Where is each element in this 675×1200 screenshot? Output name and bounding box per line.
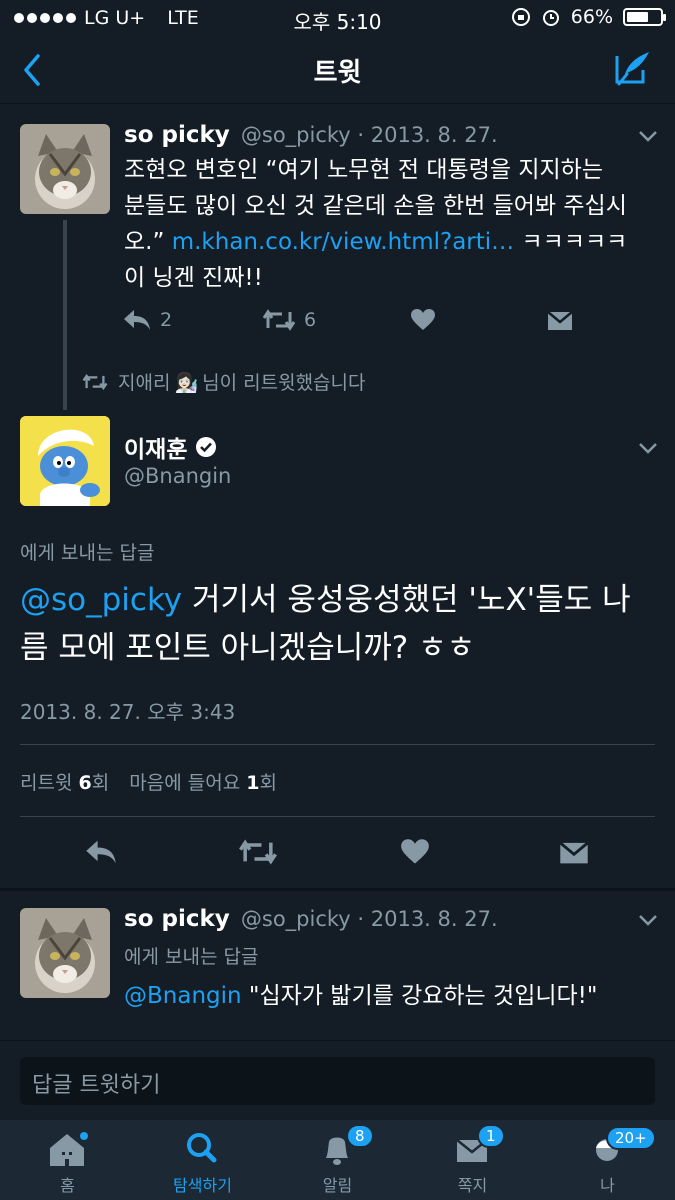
retweet-button[interactable]: 6 [262, 308, 316, 332]
reply-button[interactable]: 2 [122, 308, 172, 332]
reply-icon [124, 310, 150, 330]
divider [20, 744, 655, 745]
tab-label: 알림 [322, 1176, 353, 1195]
chevron-down-icon[interactable] [638, 130, 658, 142]
tab-label: 탐색하기 [173, 1176, 232, 1195]
message-badge: 1 [477, 1124, 505, 1148]
avatar[interactable] [20, 908, 110, 998]
tab-label: 쪽지 [457, 1176, 488, 1195]
verified-badge-icon [196, 437, 217, 457]
reply-bar: 답글 트윗하기 [0, 1040, 675, 1120]
like-stat[interactable]: 마음에 들어요 1회 [129, 772, 277, 794]
tab-notifications[interactable]: 8 알림 [270, 1120, 405, 1200]
notification-badge: 8 [346, 1124, 374, 1148]
retweet-icon [82, 373, 108, 390]
retweet-icon [262, 309, 296, 331]
retweet-icon[interactable] [238, 838, 278, 866]
author-name[interactable]: so picky [124, 122, 230, 148]
cat-avatar-image [20, 124, 110, 214]
tab-me[interactable]: 20+ 나 [540, 1120, 675, 1200]
heart-icon[interactable] [410, 308, 436, 332]
nav-bar: 트윗 [0, 36, 675, 104]
tab-label: 나 [600, 1176, 615, 1195]
home-icon [50, 1132, 88, 1166]
main-tweet-text: @so_picky 거기서 웅성웅성했던 '노X'들도 나 름 모에 포인트 아… [20, 576, 660, 672]
cat-avatar-image [20, 908, 110, 998]
author-meta: @so_picky · 2013. 8. 27. [240, 123, 498, 147]
reply-count: 2 [160, 309, 173, 331]
avatar[interactable] [20, 124, 110, 214]
mention-link[interactable]: @so_picky [20, 582, 182, 618]
tweet-text-line: 이 닝겐 진짜!! [124, 265, 263, 291]
reply-input[interactable]: 답글 트윗하기 [20, 1057, 655, 1105]
alarm-icon [542, 10, 559, 26]
author-handle: @Bnangin [124, 464, 232, 488]
orientation-lock-icon [511, 8, 530, 26]
divider [20, 816, 655, 817]
main-author-row: 이재훈 [124, 430, 217, 464]
avatar[interactable] [20, 416, 110, 506]
reply-to-label: 에게 보내는 답글 [20, 542, 155, 564]
tweet-text: 조현오 변호인 “여기 노무현 전 대통령을 지지하는 분들도 많이 오신 것 … [124, 152, 654, 296]
mention-link[interactable]: @Bnangin [124, 983, 242, 1009]
retweet-notice: 지애리 👩🏻‍🔬 님이 리트윗했습니다 [82, 368, 366, 395]
retweeter-emoji: 👩🏻‍🔬 [174, 372, 199, 394]
compose-tweet-icon[interactable] [613, 48, 653, 88]
text-fragment: "십자가 밟기를 강요하는 것입니다!" [241, 983, 598, 1009]
main-text-line: @so_picky 거기서 웅성웅성했던 '노X'들도 나 [20, 576, 660, 624]
retweet-stat[interactable]: 리트윗 6회 [20, 772, 109, 794]
tab-label: 홈 [60, 1176, 75, 1195]
tweet-text-line: 오.” m.khan.co.kr/view.html?arti… ㅋㅋㅋㅋㅋ [124, 224, 654, 260]
author-meta: @so_picky · 2013. 8. 27. [240, 907, 498, 931]
direct-message-icon[interactable] [546, 308, 574, 332]
chevron-down-icon[interactable] [638, 914, 658, 926]
retweet-stat-count: 6 [78, 772, 92, 794]
retweeter-name[interactable]: 지애리 [118, 372, 170, 394]
timestamp: 2013. 8. 27. 오후 3:43 [20, 700, 236, 724]
reply-icon[interactable] [84, 838, 118, 866]
status-bar: LG U+ LTE 오후 5:10 66% [0, 0, 675, 36]
tab-messages[interactable]: 1 쪽지 [405, 1120, 540, 1200]
thread-line [63, 220, 67, 410]
battery-fill [627, 12, 649, 22]
like-stat-label: 마음에 들어요 [129, 772, 247, 794]
like-stat-count: 1 [246, 772, 260, 794]
search-icon [187, 1133, 217, 1163]
like-stat-unit: 회 [259, 772, 277, 794]
heart-icon[interactable] [400, 838, 430, 866]
tab-bar: 홈 탐색하기 8 알림 1 쪽지 20+ 나 [0, 1120, 675, 1200]
retweet-count: 6 [304, 309, 317, 331]
main-text-line: 름 모에 포인트 아니겠습니까? ㅎㅎ [20, 630, 476, 666]
retweet-notice-text: 님이 리트윗했습니다 [202, 372, 366, 394]
chevron-down-icon[interactable] [638, 442, 658, 454]
reply-to-label: 에게 보내는 답글 [124, 946, 259, 968]
smurf-avatar-image [20, 416, 110, 506]
retweet-stat-unit: 회 [91, 772, 110, 794]
text-fragment: 거기서 웅성웅성했던 '노X'들도 나 [182, 582, 631, 618]
tab-home[interactable]: 홈 [0, 1120, 135, 1200]
tweet-header: so picky @so_picky · 2013. 8. 27. [124, 122, 498, 148]
direct-message-icon[interactable] [558, 838, 590, 866]
tweet-link[interactable]: m.khan.co.kr/view.html?arti… [172, 229, 514, 255]
battery-percent: 66% [570, 6, 613, 28]
retweet-stat-label: 리트윗 [20, 772, 79, 794]
engagement-stats: 리트윗 6회 마음에 들어요 1회 [20, 768, 277, 795]
author-name[interactable]: so picky [124, 906, 230, 932]
status-right: 66% [511, 6, 666, 28]
page-title: 트윗 [313, 58, 362, 88]
author-name[interactable]: 이재훈 [124, 430, 187, 464]
tweet-text: @Bnangin "십자가 밟기를 강요하는 것입니다!" [124, 978, 597, 1014]
tweet-header: so picky @so_picky · 2013. 8. 27. [124, 906, 498, 932]
divider [0, 888, 675, 891]
text-fragment: 오.” [124, 229, 172, 255]
tab-explore[interactable]: 탐색하기 [135, 1120, 270, 1200]
text-fragment: ㅋㅋㅋㅋㅋ [514, 229, 628, 255]
tweet-text-line: 조현오 변호인 “여기 노무현 전 대통령을 지지하는 [124, 157, 603, 183]
profile-badge: 20+ [606, 1126, 656, 1150]
tweet-text-line: 분들도 많이 오신 것 같은데 손을 한번 들어봐 주십시 [124, 193, 627, 219]
battery-icon [623, 8, 666, 26]
